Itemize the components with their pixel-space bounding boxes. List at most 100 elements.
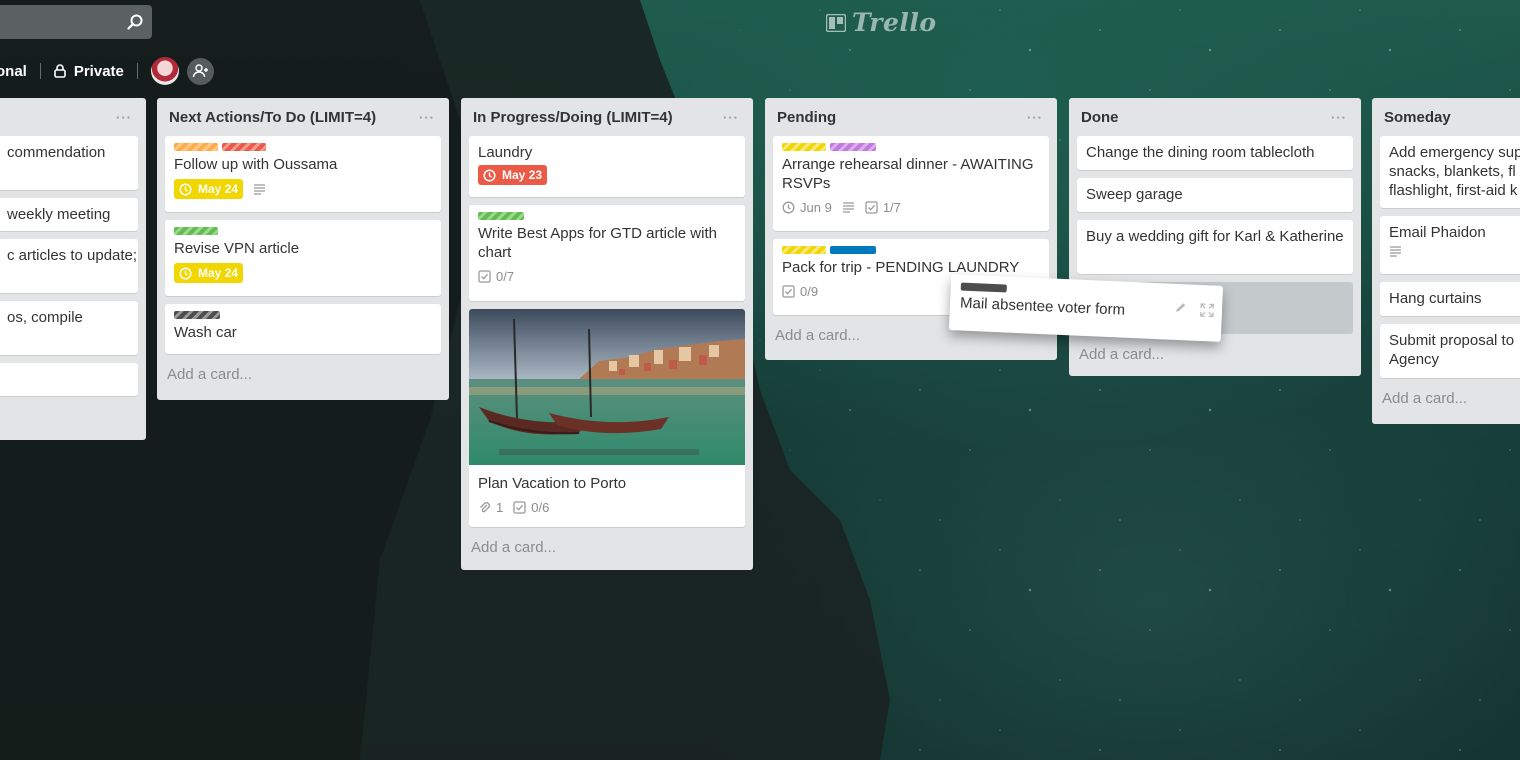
list-title: Done	[1081, 108, 1119, 126]
checklist-icon	[478, 270, 491, 283]
due-date: May 24	[198, 265, 239, 280]
card-badges: May 24	[174, 263, 433, 283]
card-badges: 1 0/6	[478, 498, 737, 517]
card-actions	[1174, 302, 1215, 318]
list-card[interactable]: Arrange rehearsal dinner - AWAITING RSVP…	[773, 136, 1049, 231]
card-badges: May 23	[478, 165, 737, 185]
avatar[interactable]	[150, 57, 179, 85]
lock-icon	[54, 64, 66, 78]
attachment-badge: 1	[478, 498, 503, 517]
list-card[interactable]: Follow up with Oussama May 24	[165, 136, 441, 212]
label-blue	[830, 246, 876, 254]
description-icon	[842, 202, 854, 213]
porto-boats-image	[469, 309, 745, 465]
list-card[interactable]: Change the dining room tablecloth	[1077, 136, 1353, 170]
list-card[interactable]: Hang curtains	[1380, 282, 1520, 316]
list-someday: Someday Add emergency sup snacks, blanke…	[1372, 98, 1520, 424]
header-divider	[39, 63, 41, 79]
list-title: Next Actions/To Do (LIMIT=4)	[169, 108, 377, 126]
list-title: Someday	[1384, 108, 1451, 126]
list-menu-icon[interactable]: ···	[1331, 110, 1349, 125]
list-card[interactable]: c articles to update;	[0, 239, 138, 293]
list-card[interactable]: os, compile	[0, 301, 138, 355]
label-black	[174, 311, 220, 319]
trello-logo-icon	[826, 13, 846, 32]
checklist-count: 0/6	[531, 500, 550, 515]
card-title: Wash car	[174, 324, 237, 341]
list-menu-icon[interactable]: ···	[723, 110, 741, 125]
list-header: Next Actions/To Do (LIMIT=4) ···	[165, 98, 441, 136]
search-box[interactable]	[0, 5, 152, 39]
card-title: Write Best Apps for GTD article with cha…	[478, 225, 717, 261]
card-title: Revise VPN article	[174, 240, 300, 257]
visibility-label: Private	[73, 62, 124, 80]
card-badges	[1389, 245, 1516, 258]
card-labels	[782, 143, 1041, 151]
checklist-icon	[865, 201, 878, 214]
attachment-count: 1	[496, 500, 504, 515]
list-card[interactable]: weekly meeting	[0, 198, 138, 231]
list-next-actions: Next Actions/To Do (LIMIT=4) ··· Follow …	[157, 98, 449, 400]
card-title: Submit proposal to Agency	[1389, 332, 1515, 368]
label-green	[174, 227, 218, 235]
checklist-badge: 0/7	[478, 267, 514, 286]
list-title: Pending	[777, 108, 837, 126]
list-card[interactable]: commendation	[0, 136, 138, 190]
card-title: commendation	[7, 144, 106, 161]
list-header: Someday	[1380, 98, 1520, 136]
list-card[interactable]: Write Best Apps for GTD article with cha…	[469, 205, 745, 301]
list-header: Pending ···	[773, 98, 1049, 136]
card-title: weekly meeting	[7, 206, 111, 223]
description-icon	[254, 183, 266, 195]
card-title: c articles to update;	[7, 247, 138, 264]
list-in-progress: In Progress/Doing (LIMIT=4) ··· Laundry …	[461, 98, 753, 570]
trello-logo[interactable]: Trello	[826, 8, 937, 37]
list-menu-icon[interactable]: ···	[1027, 110, 1045, 125]
list-menu-icon[interactable]: ···	[116, 110, 134, 125]
expand-icon[interactable]	[1200, 303, 1215, 318]
list-card[interactable]: Submit proposal to Agency	[1380, 324, 1520, 378]
checklist-badge: 1/7	[865, 198, 901, 217]
list-card[interactable]: Add emergency sup snacks, blankets, fl f…	[1380, 136, 1520, 208]
due-date: Jun 9	[800, 200, 832, 215]
card-title: Laundry	[478, 144, 533, 161]
list-card[interactable]: Email Phaidon	[1380, 216, 1520, 274]
card-title: Change the dining room tablecloth	[1086, 144, 1315, 161]
list-card[interactable]: Revise VPN article May 24	[165, 220, 441, 296]
due-date-badge: May 24	[174, 179, 244, 199]
add-card-button[interactable]: Add a card...	[469, 535, 745, 567]
list-menu-icon[interactable]: ···	[419, 110, 437, 125]
add-card-button[interactable]: Add a card...	[165, 362, 441, 394]
checklist-count: 1/7	[882, 200, 901, 215]
add-member-button[interactable]	[186, 57, 214, 85]
label-purple	[830, 143, 876, 151]
clock-icon	[179, 182, 192, 196]
header-divider	[136, 63, 138, 79]
card-title: Sweep garage	[1086, 186, 1183, 203]
checklist-badge: 0/6	[513, 498, 549, 517]
list-card[interactable]: Laundry May 23	[469, 136, 745, 197]
card-title: Arrange rehearsal dinner - AWAITING RSVP…	[782, 156, 1034, 192]
card-title: Follow up with Oussama	[174, 156, 338, 173]
due-date-badge: Jun 9	[782, 198, 832, 217]
add-card-button[interactable]: Add a card...	[1380, 386, 1520, 418]
list-card[interactable]: Sweep garage	[1077, 178, 1353, 212]
list-card[interactable]: Plan Vacation to Porto 1 0/6	[469, 309, 745, 527]
list-card[interactable]: Wash car	[165, 304, 441, 354]
list-card[interactable]	[0, 363, 138, 396]
edit-pencil-icon[interactable]	[1174, 302, 1187, 315]
card-title: Buy a wedding gift for Karl & Katherine	[1086, 228, 1344, 245]
description-icon	[1390, 246, 1401, 257]
add-card-button[interactable]: Add a card...	[1077, 342, 1353, 374]
visibility-button[interactable]: Private	[54, 63, 124, 80]
list-card[interactable]: Buy a wedding gift for Karl & Katherine	[1077, 220, 1353, 274]
team-name[interactable]: onal	[0, 63, 27, 80]
card-title: Add emergency sup snacks, blankets, fl f…	[1389, 144, 1520, 199]
search-icon	[127, 14, 143, 30]
checklist-icon	[782, 285, 795, 298]
list-title: In Progress/Doing (LIMIT=4)	[473, 108, 673, 126]
checklist-count: 0/7	[496, 269, 515, 284]
dragging-card[interactable]: Mail absentee voter form	[948, 274, 1224, 342]
due-date: May 23	[502, 167, 543, 182]
card-badges: Jun 9 1/7	[782, 198, 1041, 217]
